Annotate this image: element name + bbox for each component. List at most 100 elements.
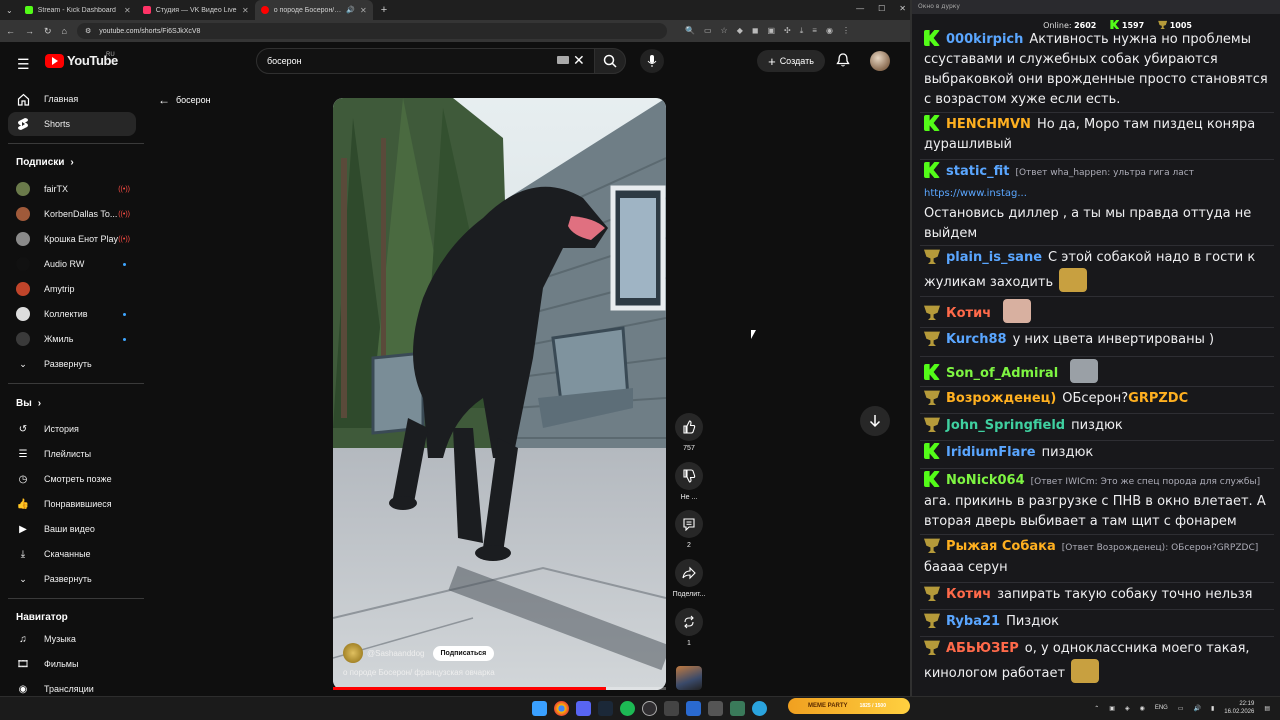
audio-icon[interactable]: 🔊 [346, 6, 355, 14]
tray-app-icon[interactable]: ▣ [1109, 705, 1115, 712]
account-avatar[interactable] [870, 51, 890, 71]
share-button[interactable] [675, 559, 703, 587]
sidebar-subscription-item[interactable]: Крошка Енот Play ((•)) [8, 227, 136, 251]
discord-icon[interactable] [576, 701, 591, 716]
short-title[interactable]: о породе Босерон/ французская овчарка [343, 668, 495, 677]
chat-username[interactable]: NoNick064 [946, 473, 1025, 488]
site-info-icon[interactable]: ⚙ [85, 27, 91, 35]
app-icon[interactable] [664, 701, 679, 716]
tab-list-icon[interactable]: ⌄ [0, 6, 19, 15]
sidebar-item-home[interactable]: Главная [8, 87, 136, 111]
chat-username[interactable]: Kurch88 [946, 332, 1007, 347]
tray-app-icon[interactable]: ◈ [1125, 705, 1130, 712]
search-input[interactable]: босерон [256, 48, 596, 74]
channel-name[interactable]: @Sashaanddog [367, 649, 425, 658]
profile-icon[interactable]: ◉ [826, 26, 833, 36]
extension-icon[interactable]: ▣ [767, 26, 775, 36]
search-button[interactable] [594, 48, 626, 74]
volume-icon[interactable]: 🔊 [1194, 705, 1201, 712]
network-icon[interactable]: ▭ [1178, 705, 1184, 712]
app-icon[interactable] [708, 701, 723, 716]
chat-username[interactable]: static_fit [946, 164, 1009, 179]
like-button[interactable] [675, 413, 703, 441]
telegram-icon[interactable] [752, 701, 767, 716]
steam-icon[interactable] [598, 701, 613, 716]
chat-username[interactable]: Возрожденец) [946, 391, 1056, 406]
chat-username[interactable]: plain_is_sane [946, 250, 1042, 265]
search-icon[interactable]: 🔍 [685, 26, 695, 36]
url-field[interactable]: ⚙ youtube.com/shorts/Fi6SJkXcV8 [76, 23, 667, 39]
you-header[interactable]: Вы › [16, 398, 41, 409]
dislike-button[interactable] [675, 462, 703, 490]
tab-youtube-short[interactable]: о породе Босерон/ франц 🔊 ✕ [254, 0, 373, 20]
sidebar-subscription-item[interactable]: KorbenDallas To... ((•)) [8, 202, 136, 226]
expand-subscriptions-button[interactable]: ⌄ Развернуть [8, 352, 136, 376]
new-tab-button[interactable]: + [373, 4, 395, 16]
sidebar-item-liked[interactable]: 👍 Понравившиеся [8, 492, 136, 516]
sidebar-item-history[interactable]: ↺ История [8, 417, 136, 441]
meme-party-widget[interactable]: MEME PARTY 1825 / 1500 [788, 698, 910, 714]
puzzle-icon[interactable]: ✣ [784, 26, 791, 36]
chat-username[interactable]: Котич [946, 587, 991, 602]
minimize-icon[interactable]: — [856, 4, 864, 13]
close-icon[interactable]: ✕ [124, 6, 131, 15]
reload-icon[interactable]: ↻ [44, 26, 52, 37]
sidebar-subscription-item[interactable]: fairTX ((•)) [8, 177, 136, 201]
sidebar-item-downloads[interactable]: ⤓ Скачанные [8, 542, 136, 566]
tray-app-icon[interactable]: ◉ [1140, 705, 1145, 712]
sidebar-item-live[interactable]: ◉ Трансляции [8, 677, 136, 695]
sidebar-item-playlists[interactable]: ☰ Плейлисты [8, 442, 136, 466]
chat-username[interactable]: Son_of_Admiral [946, 366, 1058, 381]
channel-avatar[interactable] [343, 643, 363, 663]
short-video-player[interactable] [333, 98, 666, 690]
subscribe-button[interactable]: Подписаться [432, 645, 495, 661]
chat-username[interactable]: Рыжая Собака [946, 539, 1056, 554]
remix-button[interactable] [675, 608, 703, 636]
back-to-search-button[interactable]: ← босерон [158, 93, 211, 107]
back-icon[interactable]: ← [6, 26, 15, 36]
chat-username[interactable]: IridiumFlare [946, 445, 1036, 460]
menu-icon[interactable]: ⋮ [842, 26, 850, 36]
chat-username[interactable]: John_Springfield [946, 418, 1065, 433]
extension-icon[interactable]: ◼ [752, 26, 759, 36]
tray-expand-icon[interactable]: ⌃ [1094, 705, 1099, 712]
close-icon[interactable]: ✕ [242, 6, 249, 15]
cast-icon[interactable]: ▭ [704, 26, 712, 36]
close-icon[interactable]: ✕ [360, 6, 367, 15]
forward-icon[interactable]: → [25, 26, 34, 36]
chat-username[interactable]: АБЬЮЗЕР [946, 641, 1019, 656]
sidebar-item-your-videos[interactable]: ▶ Ваши видео [8, 517, 136, 541]
media-icon[interactable] [686, 701, 701, 716]
sidebar-subscription-item[interactable]: Audio RW [8, 252, 136, 276]
language-indicator[interactable]: ENG [1155, 705, 1168, 711]
spotify-icon[interactable] [620, 701, 635, 716]
maximize-icon[interactable]: ☐ [878, 4, 885, 13]
chat-username[interactable]: Котич [946, 306, 991, 321]
create-button[interactable]: + Создать [757, 50, 825, 72]
comments-button[interactable] [675, 510, 703, 538]
sidebar-item-watch-later[interactable]: ◷ Смотреть позже [8, 467, 136, 491]
sidebar-subscription-item[interactable]: Коллектив [8, 302, 136, 326]
chat-link[interactable]: https://www.instag... [924, 188, 1027, 199]
windows-start-icon[interactable] [532, 701, 547, 716]
obs-icon[interactable] [642, 701, 657, 716]
sidebar-subscription-item[interactable]: Amytrip [8, 277, 136, 301]
sidebar-item-films[interactable]: 🎞 Фильмы [8, 652, 136, 676]
next-short-button[interactable] [860, 406, 890, 436]
close-window-icon[interactable]: ✕ [899, 4, 906, 13]
chat-username[interactable]: HENCHMVN [946, 117, 1031, 132]
tab-kick-dashboard[interactable]: Stream - Kick Dashboard ✕ [19, 0, 137, 20]
star-icon[interactable]: ☆ [721, 26, 728, 36]
sidebar-subscription-item[interactable]: Жмиль [8, 327, 136, 351]
menu-icon[interactable]: ☰ [17, 56, 30, 73]
sidebar-item-shorts[interactable]: Shorts [8, 112, 136, 136]
expand-you-button[interactable]: ⌄ Развернуть [8, 567, 136, 591]
battery-icon[interactable]: ▮ [1211, 705, 1214, 712]
notifications-icon[interactable]: ▤ [1264, 705, 1270, 712]
voice-search-button[interactable] [640, 49, 664, 73]
chat-username[interactable]: Ryba21 [946, 614, 1000, 629]
keyboard-icon[interactable] [557, 56, 569, 64]
sound-thumbnail[interactable] [676, 666, 702, 690]
notifications-button[interactable] [836, 52, 850, 73]
tab-vk-studio[interactable]: Студия — VK Видео Live ✕ [137, 0, 255, 20]
